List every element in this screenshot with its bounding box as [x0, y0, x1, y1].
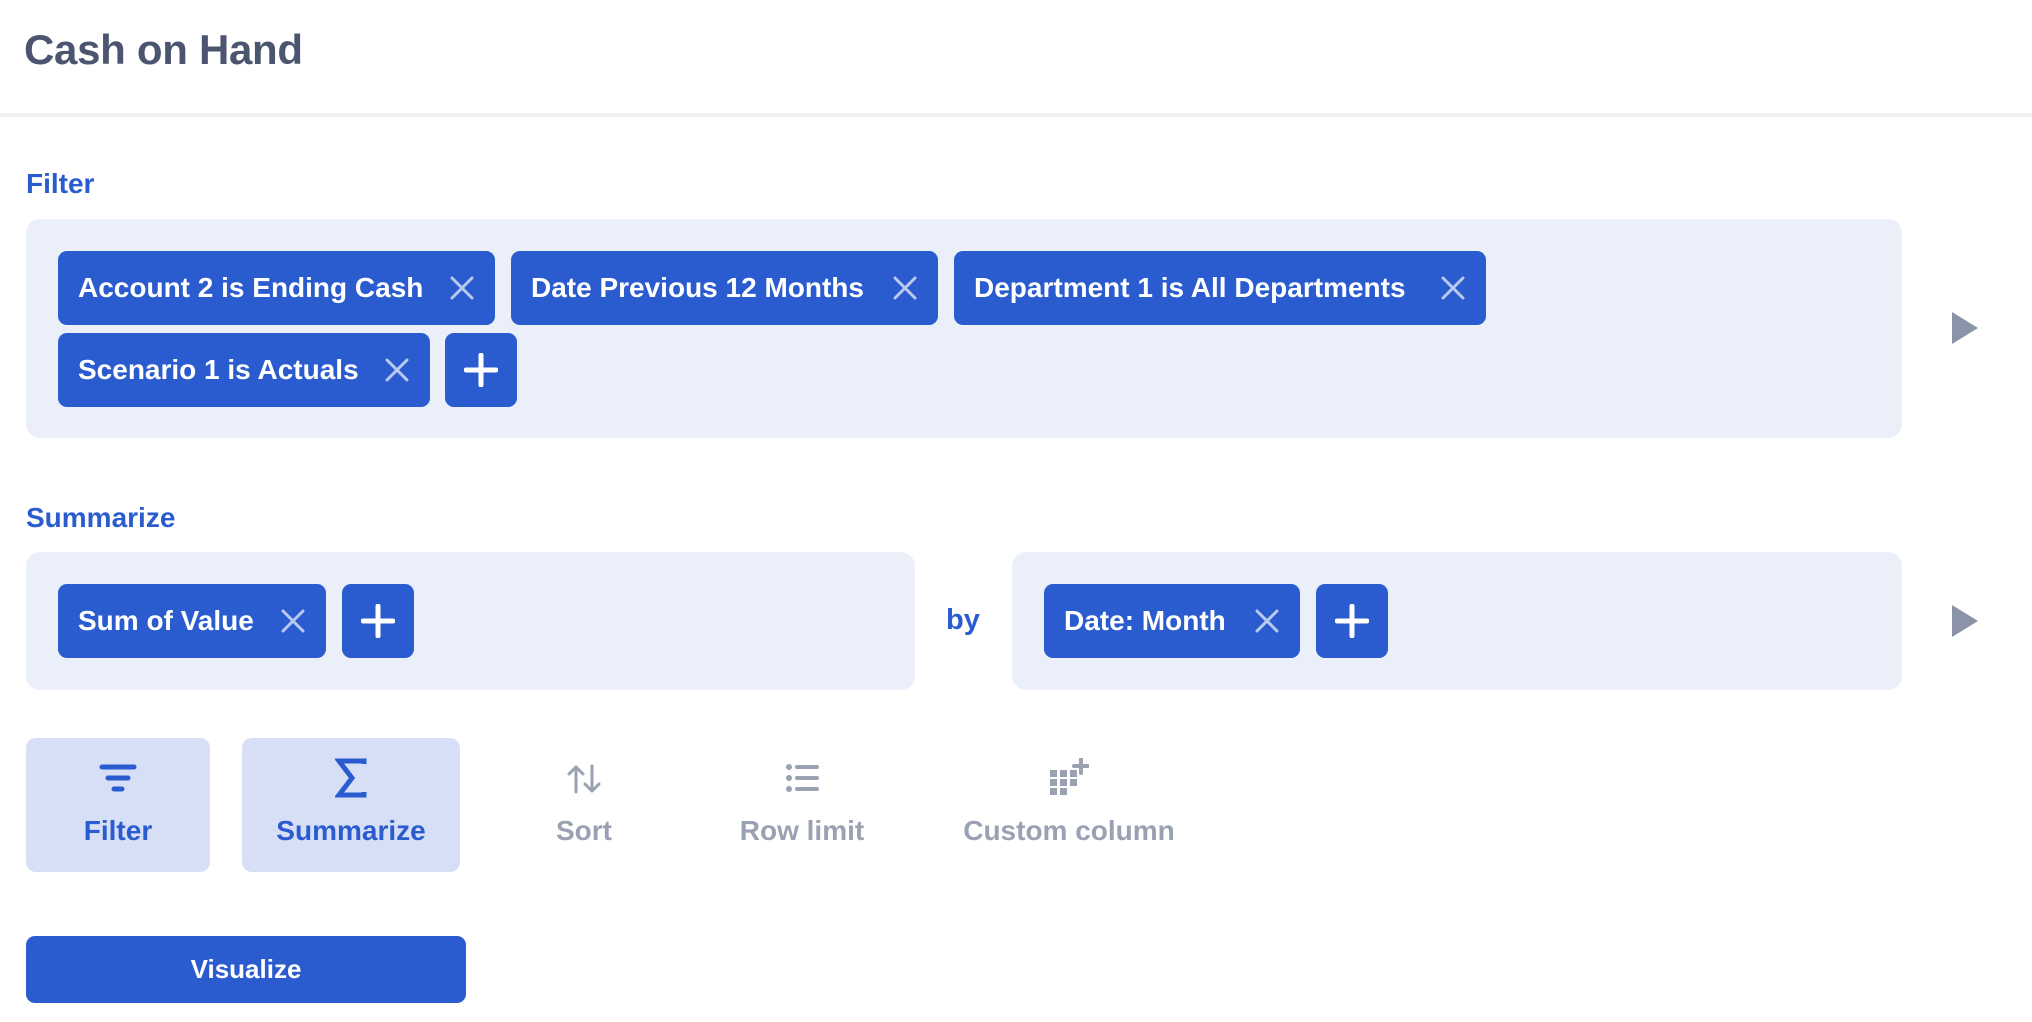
summarize-metrics-panel: Sum of Value	[26, 552, 915, 690]
action-custom-column-button[interactable]: Custom column	[944, 738, 1194, 872]
action-label: Summarize	[276, 815, 426, 846]
grid-plus-icon	[1050, 758, 1089, 795]
action-summarize-button[interactable]: Summarize	[242, 738, 460, 872]
sigma-icon	[335, 758, 367, 798]
add-grouping-button[interactable]	[1316, 584, 1388, 658]
plus-icon	[1335, 604, 1369, 638]
close-icon[interactable]	[1254, 608, 1280, 634]
metric-chip-sum-of-value[interactable]: Sum of Value	[58, 584, 326, 658]
metric-chip-label: Sum of Value	[78, 605, 254, 636]
filter-chip-department[interactable]: Department 1 is All Departments	[954, 251, 1486, 325]
close-icon[interactable]	[1440, 275, 1466, 301]
grouping-chip-label: Date: Month	[1064, 605, 1226, 636]
filter-chip-label: Date Previous 12 Months	[531, 272, 864, 303]
sort-icon	[567, 764, 601, 794]
run-filter-step-icon[interactable]	[1952, 312, 1978, 344]
close-icon[interactable]	[280, 608, 306, 634]
page-title: Cash on Hand	[24, 26, 303, 73]
add-filter-button[interactable]	[445, 333, 517, 407]
action-row-limit-button[interactable]: Row limit	[720, 738, 884, 872]
filter-chip-date[interactable]: Date Previous 12 Months	[511, 251, 938, 325]
plus-icon	[361, 604, 395, 638]
close-icon[interactable]	[384, 357, 410, 383]
filter-chip-label: Scenario 1 is Actuals	[78, 354, 359, 385]
action-label: Sort	[556, 815, 612, 846]
grouping-chip-date-month[interactable]: Date: Month	[1044, 584, 1300, 658]
summarize-groupings-panel: Date: Month	[1012, 552, 1902, 690]
close-icon[interactable]	[892, 275, 918, 301]
filter-icon	[99, 764, 137, 792]
action-label: Custom column	[963, 815, 1175, 846]
by-label: by	[946, 604, 980, 636]
action-sort-button[interactable]: Sort	[504, 738, 664, 872]
run-summarize-step-icon[interactable]	[1952, 605, 1978, 637]
close-icon[interactable]	[449, 275, 475, 301]
filter-chip-account[interactable]: Account 2 is Ending Cash	[58, 251, 495, 325]
action-label: Filter	[83, 815, 153, 846]
plus-icon	[464, 353, 498, 387]
filter-section-label: Filter	[26, 168, 95, 199]
list-icon	[786, 764, 819, 792]
filter-chip-scenario[interactable]: Scenario 1 is Actuals	[58, 333, 430, 407]
filter-panel: Account 2 is Ending Cash Date Previous 1…	[26, 219, 1902, 438]
add-metric-button[interactable]	[342, 584, 414, 658]
action-filter-button[interactable]: Filter	[26, 738, 210, 872]
visualize-button[interactable]: Visualize	[26, 936, 466, 1003]
filter-chip-label: Account 2 is Ending Cash	[78, 272, 424, 303]
header: Cash on Hand	[0, 0, 2032, 117]
summarize-section-label: Summarize	[26, 502, 176, 533]
action-label: Row limit	[739, 815, 865, 846]
filter-chip-label: Department 1 is All Departments	[974, 272, 1406, 303]
